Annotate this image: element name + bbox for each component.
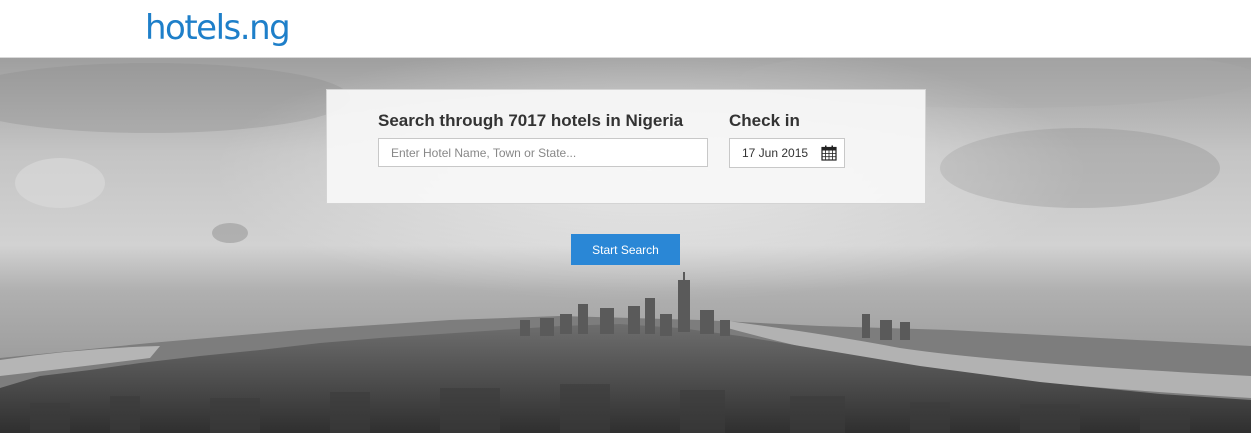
checkin-date-field[interactable]: 17 Jun 2015 [729, 138, 845, 168]
start-search-button[interactable]: Start Search [571, 234, 680, 265]
checkin-date-value: 17 Jun 2015 [742, 146, 809, 160]
hotel-search-input[interactable] [378, 138, 708, 167]
checkin-label: Check in [729, 111, 800, 130]
site-header: hotels.ng [0, 0, 1251, 58]
search-title: Search through 7017 hotels in Nigeria [378, 111, 684, 130]
site-logo[interactable]: hotels.ng [145, 6, 291, 50]
calendar-icon[interactable] [821, 145, 837, 161]
search-panel: Search through 7017 hotels in Nigeria Ch… [326, 89, 926, 204]
